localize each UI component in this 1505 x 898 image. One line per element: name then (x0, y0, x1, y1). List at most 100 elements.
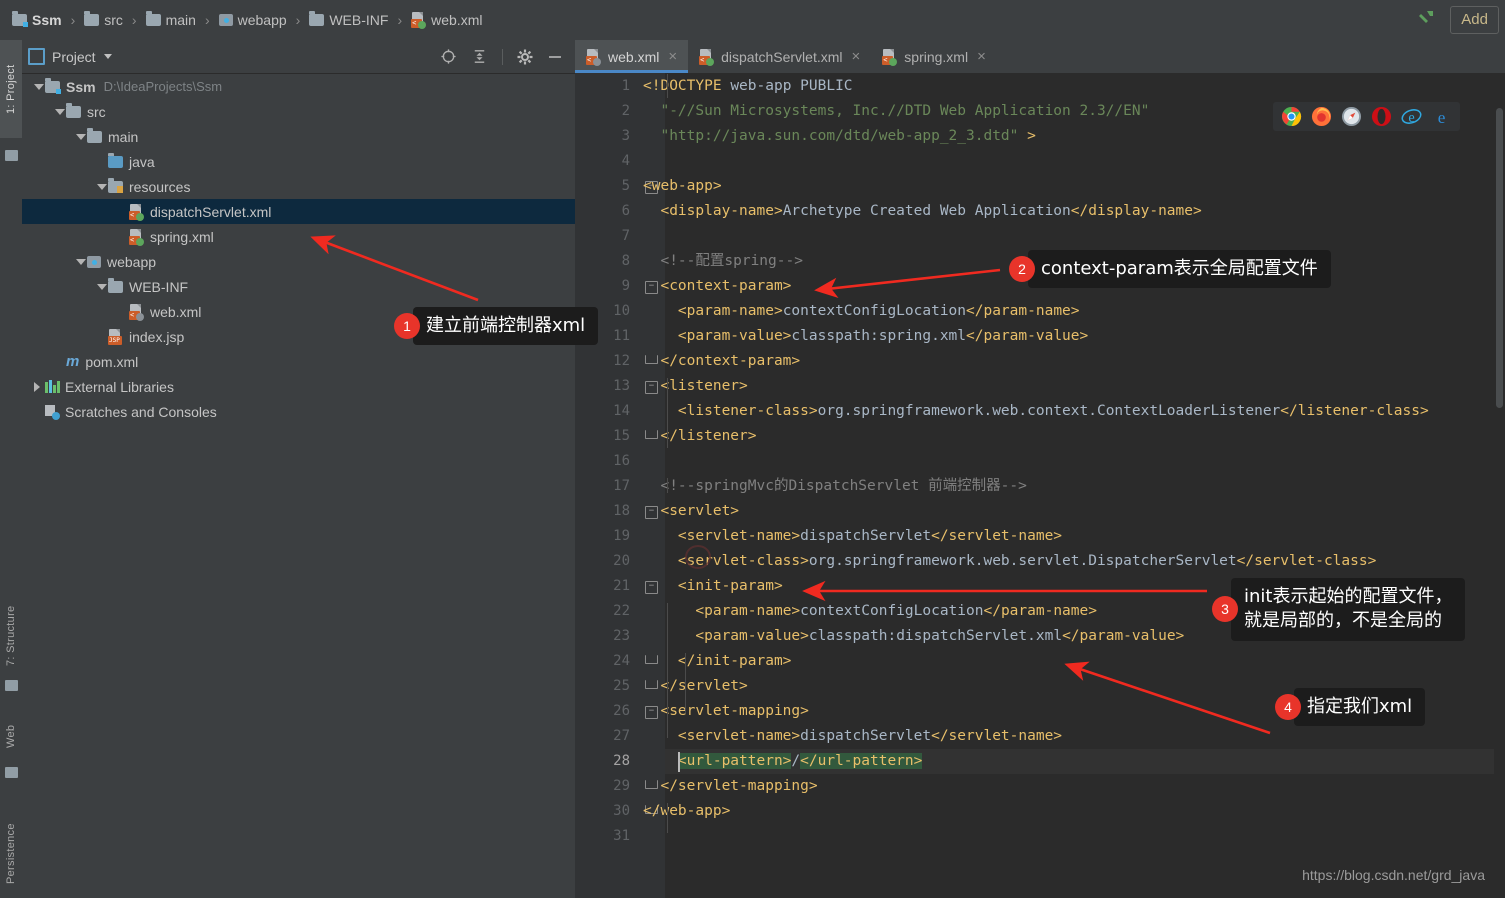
tree-row-label: java (129, 153, 155, 170)
breadcrumb-separator: › (131, 12, 137, 28)
tree-row-main[interactable]: main (22, 124, 575, 149)
tree-twisty-open[interactable] (95, 283, 108, 290)
chevron-down-icon[interactable] (103, 54, 112, 59)
breadcrumb-item-src[interactable]: src (82, 11, 125, 28)
line-number: 20 (613, 553, 630, 569)
tree-twisty-open[interactable] (53, 108, 66, 115)
tool-window-tab-label: Persistence (5, 823, 17, 885)
code-line: <web-app> (643, 178, 722, 194)
edge-icon[interactable]: e (1431, 106, 1452, 127)
tree-row-label: pom.xml (85, 353, 139, 370)
editor-area: < web.xml × < dispatchServlet.xml × < spring.xm… (575, 40, 1505, 898)
web-icon (5, 767, 18, 778)
breadcrumb-item-main[interactable]: main (144, 11, 198, 28)
breadcrumb-item-web-inf[interactable]: WEB-INF (307, 11, 390, 28)
tree-twisty-open[interactable] (74, 133, 87, 140)
chrome-icon[interactable] (1281, 106, 1302, 127)
code-line: <!--配置spring--> (660, 253, 803, 269)
tool-window-tab-label: 1: Project (5, 64, 17, 114)
code-editor[interactable]: 1 <!DOCTYPE web-app PUBLIC 2 "-//Sun Micro… (575, 73, 1505, 898)
code-line: "-//Sun Microsystems, Inc.//DTD Web Appl… (660, 103, 1150, 119)
add-button[interactable]: Add (1450, 6, 1499, 34)
scrollbar-thumb[interactable] (1496, 108, 1503, 408)
tree-twisty-open[interactable] (95, 183, 108, 190)
internet-explorer-icon[interactable]: e (1401, 106, 1422, 127)
tree-row-web-xml[interactable]: < web.xml (22, 299, 575, 324)
editor-tab-close-icon[interactable]: × (977, 48, 986, 65)
line-number: 13 (613, 378, 630, 394)
xml-file-icon: < (411, 12, 427, 29)
tree-row-external-libraries[interactable]: External Libraries (22, 374, 575, 399)
module-folder-icon (45, 77, 61, 94)
source-folder-icon (108, 152, 123, 168)
xml-file-icon: < (699, 48, 715, 66)
toolbar-right: Add (1416, 6, 1505, 34)
breadcrumb: Ssm › src › main › webapp › WEB-INF › < web.xml (0, 11, 484, 29)
code-line: <param-value>classpath:dispatchServlet.x… (695, 628, 1185, 644)
tree-row-label: External Libraries (65, 378, 174, 395)
tool-window-tab-label: 7: Structure (5, 605, 17, 667)
tree-row-src[interactable]: src (22, 99, 575, 124)
tree-row-resources[interactable]: resources (22, 174, 575, 199)
folder-icon (108, 277, 123, 293)
project-panel-tools (440, 48, 569, 65)
tree-row-webapp[interactable]: webapp (22, 249, 575, 274)
breadcrumb-item-ssm[interactable]: Ssm (10, 11, 64, 28)
firefox-icon[interactable] (1311, 106, 1332, 127)
line-number: 10 (613, 303, 630, 319)
tree-row-spring-xml[interactable]: < spring.xml (22, 224, 575, 249)
line-number: 28 (613, 753, 630, 769)
code-content[interactable]: 1 <!DOCTYPE web-app PUBLIC 2 "-//Sun Micro… (575, 73, 1505, 898)
tree-row-label: spring.xml (150, 228, 214, 245)
tree-twisty-open[interactable] (32, 83, 45, 90)
folder-icon (66, 102, 81, 118)
xml-file-icon: < (129, 228, 144, 246)
locate-target-icon[interactable] (440, 48, 457, 65)
tree-row-pom-xml[interactable]: m pom.xml (22, 349, 575, 374)
line-number: 18 (613, 503, 630, 519)
settings-gear-icon[interactable] (517, 49, 533, 65)
editor-tab-close-icon[interactable]: × (852, 48, 861, 65)
opera-icon[interactable] (1371, 106, 1392, 127)
editor-tab-close-icon[interactable]: × (668, 48, 677, 65)
safari-icon[interactable] (1341, 106, 1362, 127)
tree-row-web-inf[interactable]: WEB-INF (22, 274, 575, 299)
tool-window-tab-web[interactable]: Web (0, 700, 22, 772)
editor-tab-spring-xml[interactable]: < spring.xml × (871, 40, 997, 73)
hammer-icon[interactable] (1416, 8, 1440, 32)
tree-row-label: index.jsp (129, 328, 185, 345)
tree-row-index-jsp[interactable]: JSP index.jsp (22, 324, 575, 349)
breadcrumb-item-label: Ssm (32, 12, 62, 28)
tree-row-java[interactable]: java (22, 149, 575, 174)
minimize-icon[interactable] (547, 49, 563, 65)
code-line: </servlet-mapping> (660, 778, 818, 794)
line-number: 31 (613, 828, 630, 844)
code-line: <context-param> (660, 278, 792, 294)
editor-tab-web-xml[interactable]: < web.xml × (575, 40, 689, 73)
tree-row-ssm[interactable]: Ssm D:\IdeaProjects\Ssm (22, 74, 575, 99)
svg-text:e: e (1438, 108, 1446, 127)
indent-guide (667, 603, 668, 738)
breadcrumb-separator: › (397, 12, 403, 28)
code-line: </listener> (660, 428, 757, 444)
error-marker (685, 545, 711, 569)
tool-window-tab-1--project[interactable]: 1: Project (0, 40, 22, 138)
tree-row-label: Scratches and Consoles (65, 403, 217, 420)
tree-row-dispatchservlet-xml[interactable]: < dispatchServlet.xml (22, 199, 575, 224)
editor-vertical-scrollbar[interactable] (1494, 106, 1505, 898)
collapse-all-icon[interactable] (471, 48, 488, 65)
tree-row-scratches-and-consoles[interactable]: Scratches and Consoles (22, 399, 575, 424)
line-number: 4 (621, 153, 630, 169)
indent-guide (667, 74, 668, 98)
tree-twisty-closed[interactable] (32, 381, 45, 392)
code-line: <servlet-class>org.springframework.web.s… (677, 553, 1377, 569)
breadcrumb-item-webapp[interactable]: webapp (217, 12, 289, 28)
breadcrumb-item-label: src (104, 12, 123, 28)
code-line: <param-name>contextConfigLocation</param… (695, 603, 1097, 619)
breadcrumb-item-web-xml[interactable]: < web.xml (409, 12, 484, 29)
scratches-icon (45, 404, 60, 420)
tree-twisty-open[interactable] (74, 258, 87, 265)
tool-window-tab-7--structure[interactable]: 7: Structure (0, 580, 22, 692)
editor-tab-dispatchservlet-xml[interactable]: < dispatchServlet.xml × (688, 40, 871, 73)
tool-window-tab-persistence[interactable]: Persistence (0, 800, 22, 898)
